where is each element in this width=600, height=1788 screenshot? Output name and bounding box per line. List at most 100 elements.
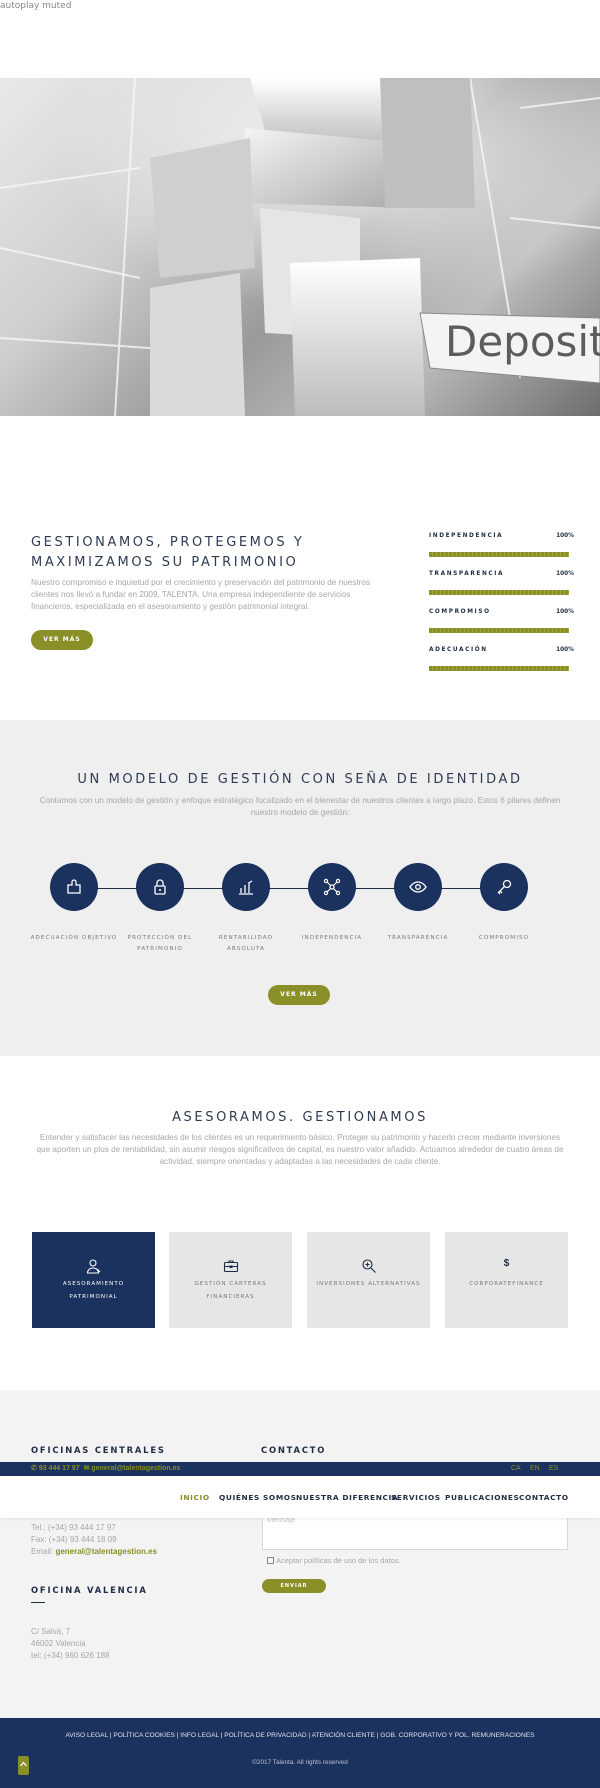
lang-ca[interactable]: CA [511, 1465, 521, 1472]
eye-icon [409, 881, 427, 893]
page: autoplay muted Deposit GESTIONAMOS, PROT… [0, 0, 600, 1788]
contact-heading: CONTACTO [261, 1445, 327, 1455]
intro-title: GESTIONAMOS, PROTEGEMOS Y MAXIMIZAMOS SU… [31, 535, 305, 570]
model-title: UN MODELO DE GESTIÓN CON SEÑA DE IDENTID… [77, 772, 523, 787]
magnifier-plus-icon [362, 1259, 376, 1273]
pillar-circle[interactable] [394, 863, 442, 911]
pillar-label: COMPROMISO [478, 935, 530, 941]
accept-checkbox[interactable] [267, 1557, 274, 1564]
advisor-icon [86, 1259, 101, 1274]
valencia-office-heading: OFICINA VALENCIA [31, 1585, 148, 1595]
progress-label: TRANSPARENCIA [429, 571, 505, 577]
puzzle-icon [67, 879, 81, 894]
service-card-label: CORPORATEFINANCE [469, 1281, 544, 1287]
valencia-street: C/ Salvá, 7 [31, 1627, 71, 1636]
valencia-city: 46002 Valencia [31, 1639, 86, 1648]
nav-nuestra-diferencia[interactable]: NUESTRA DIFERENCIA [296, 1493, 398, 1502]
briefcase-icon [223, 1260, 239, 1273]
chevron-up-icon [20, 1761, 27, 1767]
network-icon [323, 878, 341, 896]
lang-es[interactable]: ES [549, 1465, 558, 1472]
progress-fill [429, 590, 569, 595]
pillar-label: INDEPENDENCIA [301, 935, 363, 941]
pillar-circle[interactable] [222, 863, 270, 911]
hero-building-illustration: Deposito [0, 78, 600, 416]
nav-contacto[interactable]: CONTACTO [519, 1493, 569, 1502]
nav-inicio[interactable]: INICIO [180, 1493, 210, 1502]
heading-divider [31, 1602, 45, 1603]
valencia-tel: tel: (+34) 960 626 188 [31, 1651, 110, 1660]
top-contact-bar: ✆ 93 444 17 97 ✉ general@talentagestion.… [0, 1462, 600, 1476]
footer-copyright: ©2017 Talenta. All rights reserved [252, 1759, 348, 1766]
central-office-address: Tel.: (+34) 93 444 17 97 Fax: (+34) 93 4… [31, 1522, 157, 1558]
topbar-phone[interactable]: 93 444 17 97 [39, 1465, 80, 1472]
progress-fill [429, 628, 569, 633]
progress-track [429, 552, 569, 557]
progress-independencia: INDEPENDENCIA 100% [429, 532, 574, 570]
dollar-icon: $ [503, 1258, 510, 1269]
progress-track [429, 628, 569, 633]
bar-chart-icon [239, 880, 253, 895]
service-card-label: INVERSIONES ALTERNATIVAS [316, 1281, 421, 1287]
service-card-label: GESTIÓN CARTERAS FINANCIERAS [194, 1281, 267, 1300]
progress-compromiso: COMPROMISO 100% [429, 608, 574, 646]
progress-label: INDEPENDENCIA [429, 533, 504, 539]
central-tel: Tel.: (+34) 93 444 17 97 [31, 1523, 116, 1532]
model-section: UN MODELO DE GESTIÓN CON SEÑA DE IDENTID… [0, 720, 600, 1056]
central-email-line: Email: general@talentagestion.es [31, 1546, 157, 1558]
service-card-asesoramiento[interactable]: ASESORAMIENTO PATRIMONIAL [32, 1232, 155, 1328]
topbar-email[interactable]: general@talentagestion.es [91, 1465, 180, 1472]
service-card-inversiones[interactable]: INVERSIONES ALTERNATIVAS [307, 1232, 430, 1328]
service-card-label: ASESORAMIENTO PATRIMONIAL [62, 1281, 125, 1300]
service-card-corporatefinance[interactable]: $ CORPORATEFINANCE [445, 1232, 568, 1328]
send-button[interactable]: ENVIAR [262, 1579, 326, 1593]
progress-value: 100% [556, 533, 574, 539]
pillar-label: PROTECCIÓN DEL PATRIMONIO [127, 935, 193, 952]
service-card-gestion-carteras[interactable]: GESTIÓN CARTERAS FINANCIERAS [169, 1232, 292, 1328]
model-more-button[interactable]: VER MÁS [268, 985, 330, 1005]
nav-servicios[interactable]: SERVICIOS [391, 1493, 441, 1502]
accept-label: Aceptar políticas de uso de los datos. [276, 1556, 401, 1565]
intro-text: Nuestro compromiso e inquietud por el cr… [31, 578, 371, 611]
pillar-circle[interactable] [480, 863, 528, 911]
values-progress-bars: INDEPENDENCIA 100% TRANSPARENCIA 100% CO… [429, 532, 574, 684]
nav-quienes-somos[interactable]: QUIÉNES SOMOS [219, 1493, 297, 1502]
progress-transparencia: TRANSPARENCIA 100% [429, 570, 574, 608]
central-office-heading: OFICINAS CENTRALES [31, 1445, 166, 1455]
lock-icon [154, 879, 166, 895]
pillar-label: ADECUACIÓN OBJETIVO [30, 935, 118, 941]
nav-publicaciones[interactable]: PUBLICACIONES [445, 1493, 519, 1502]
progress-label: COMPROMISO [429, 609, 491, 615]
services-subtitle: Entender y satisfacer las necesidades de… [36, 1133, 564, 1166]
accept-policy[interactable]: Aceptar políticas de uso de los datos. [267, 1556, 401, 1565]
model-subtitle: Contamos con un modelo de gestión y enfo… [39, 796, 561, 817]
phone-icon: ✆ [31, 1465, 37, 1472]
key-icon [497, 879, 512, 895]
pillar-circle[interactable] [308, 863, 356, 911]
footer-links[interactable]: AVISO LEGAL | POLÍTICA COOKIES | INFO LE… [0, 1732, 600, 1739]
central-fax: Fax: (+34) 93 444 18 09 [31, 1535, 117, 1544]
scroll-to-top-button[interactable] [18, 1756, 29, 1775]
progress-track [429, 590, 569, 595]
topbar-contact: ✆ 93 444 17 97 ✉ general@talentagestion.… [31, 1464, 180, 1472]
hero-sign-text: Deposito [445, 317, 600, 366]
email-label: Email: [31, 1547, 56, 1556]
central-email-link[interactable]: general@talentagestion.es [55, 1547, 157, 1556]
pillar-circle[interactable] [136, 863, 184, 911]
pillar-label: TRANSPARENCIA [387, 935, 449, 941]
progress-fill [429, 552, 569, 557]
footer: AVISO LEGAL | POLÍTICA COOKIES | INFO LE… [0, 1718, 600, 1788]
hero-image: Deposito [0, 78, 600, 416]
progress-value: 100% [556, 647, 574, 653]
autoplay-note: autoplay muted [0, 1, 72, 11]
progress-value: 100% [556, 609, 574, 615]
lang-en[interactable]: EN [530, 1465, 540, 1472]
progress-value: 100% [556, 571, 574, 577]
intro-more-button[interactable]: VER MÁS [31, 630, 93, 650]
mail-icon: ✉ [83, 1465, 90, 1472]
pillar-circle[interactable] [50, 863, 98, 911]
progress-track [429, 666, 569, 671]
progress-fill [429, 666, 569, 671]
progress-label: ADECUACIÓN [429, 647, 488, 653]
progress-adecuacion: ADECUACIÓN 100% [429, 646, 574, 684]
